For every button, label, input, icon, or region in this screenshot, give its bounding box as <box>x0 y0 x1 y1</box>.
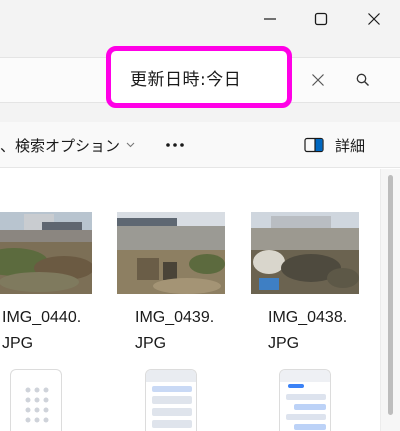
file-tile[interactable]: IMG_0439. JPG <box>117 169 245 431</box>
address-search-row: 更新日時:今日 <box>0 38 400 122</box>
more-icon <box>166 143 184 147</box>
maximize-button[interactable] <box>295 0 347 38</box>
chevron-down-icon <box>126 142 135 148</box>
search-icon <box>356 73 369 86</box>
vertical-scrollbar[interactable] <box>380 169 400 431</box>
search-button[interactable] <box>350 67 376 93</box>
clear-icon <box>312 74 324 86</box>
search-query: 更新日時:今日 <box>130 69 242 90</box>
minimize-button[interactable] <box>244 0 296 38</box>
close-icon <box>368 13 380 25</box>
search-options-button[interactable]: 、検索オプション <box>0 122 135 168</box>
command-bar: 、検索オプション 詳細 <box>0 122 400 168</box>
screenshot-thumbnail <box>10 369 62 431</box>
photo-thumbnail <box>0 212 92 294</box>
minimize-icon <box>264 18 276 20</box>
search-options-label: 、検索オプション <box>0 136 121 155</box>
scrollbar-thumb[interactable] <box>388 175 393 415</box>
file-name: IMG_0440. JPG <box>2 309 82 352</box>
search-input[interactable]: 更新日時:今日 <box>106 46 292 108</box>
details-pane-button[interactable]: 詳細 <box>304 130 365 160</box>
file-list: IMG_0440. JPG IMG_0439. JPG IMG_0438. JP… <box>0 169 380 431</box>
screenshot-thumbnail <box>279 369 331 431</box>
photo-thumbnail <box>117 212 225 294</box>
file-name: IMG_0438. JPG <box>268 309 348 352</box>
file-tile[interactable]: IMG_0438. JPG <box>251 169 379 431</box>
screenshot-thumbnail <box>145 369 197 431</box>
title-bar <box>0 0 400 38</box>
details-label: 詳細 <box>335 136 366 155</box>
maximize-icon <box>314 12 328 26</box>
more-button[interactable] <box>160 132 190 158</box>
file-tile[interactable]: IMG_0440. JPG <box>0 169 128 431</box>
details-pane-icon <box>304 137 324 153</box>
clear-search-button[interactable] <box>305 67 331 93</box>
close-button[interactable] <box>348 0 400 38</box>
photo-thumbnail <box>251 212 359 294</box>
file-name: IMG_0439. JPG <box>135 309 215 352</box>
